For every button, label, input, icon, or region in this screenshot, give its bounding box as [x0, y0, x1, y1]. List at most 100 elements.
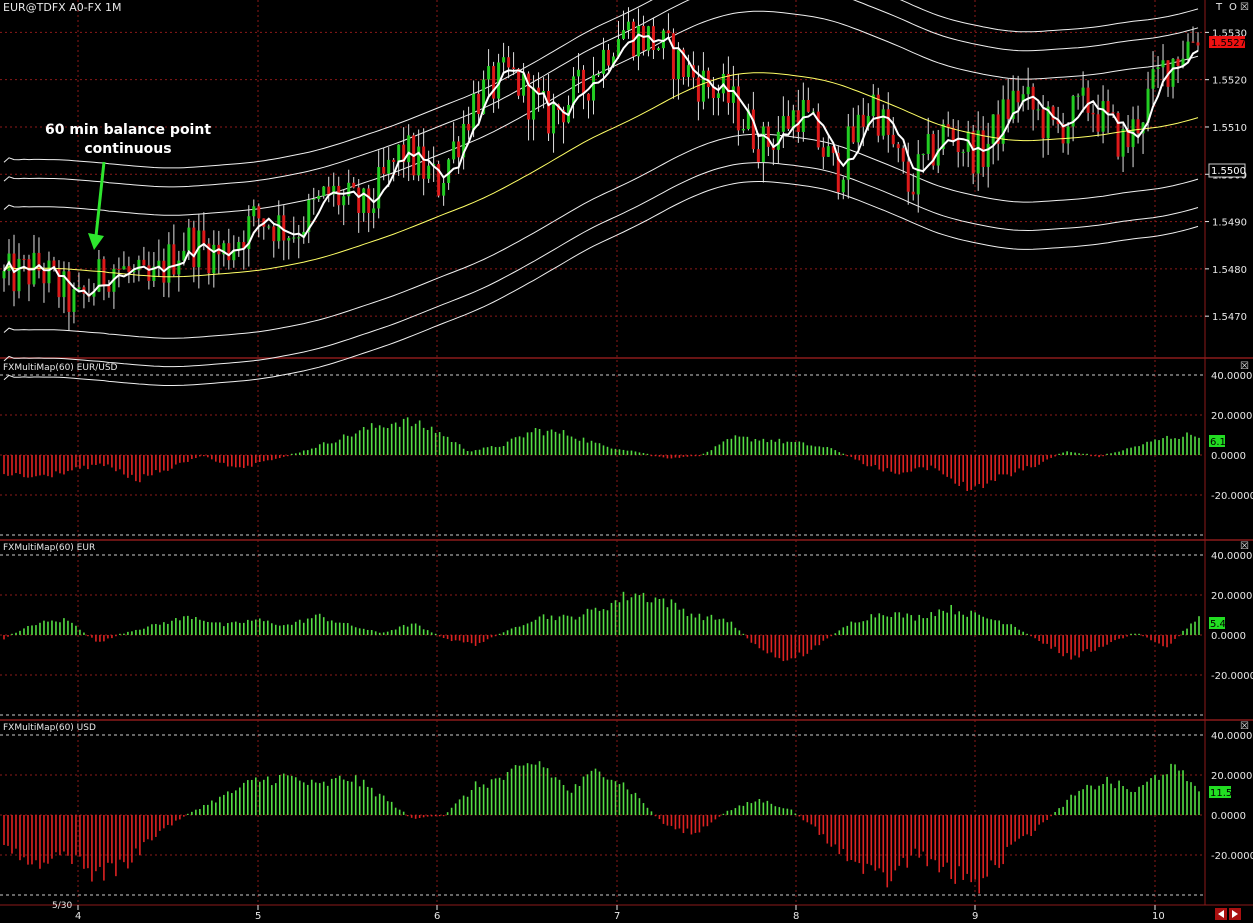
candle-body [671, 33, 675, 80]
pane-title-eur: FXMultiMap(60) EUR [3, 543, 95, 553]
candle-body [27, 259, 31, 285]
candle-body [1151, 69, 1155, 89]
candle-body [696, 77, 700, 102]
candle-body [502, 57, 506, 63]
candle-body [22, 258, 26, 260]
x-tick-label: 10 [1152, 911, 1165, 922]
candle-body [1016, 90, 1020, 103]
candle-body [926, 134, 930, 154]
candle-body [507, 57, 511, 68]
candle-body [202, 230, 206, 244]
candle-body [587, 93, 591, 101]
candle-body [387, 159, 391, 174]
candle-body [397, 144, 401, 162]
x-tick-label: 7 [614, 911, 620, 922]
candle-body [741, 129, 745, 131]
x-tick-label: 6 [434, 911, 440, 922]
y-tick-label: -20.0000 [1211, 851, 1253, 862]
close-pane-button-eurusd[interactable]: ☒ [1240, 361, 1249, 372]
candle-body [656, 48, 660, 50]
candle-body [956, 140, 960, 152]
y-tick-label: 0.0000 [1211, 451, 1246, 462]
candle-body [876, 94, 880, 136]
candle-body [267, 226, 271, 228]
candle-body [147, 265, 151, 281]
candle-body [317, 195, 321, 200]
y-tick-label: 1.5520 [1212, 76, 1247, 87]
candle-body [1041, 109, 1045, 139]
candle-body [312, 199, 316, 201]
candle-body [297, 237, 301, 239]
chart-canvas: 1.55301.55201.55101.55001.54901.54801.54… [0, 0, 1253, 923]
candle-body [751, 109, 755, 150]
candle-body [382, 167, 386, 174]
candle-body [77, 287, 81, 290]
candle-body [766, 126, 770, 147]
toolbar-t-button[interactable]: T [1215, 2, 1223, 13]
candle-body [582, 69, 586, 94]
scroll-right-button[interactable] [1229, 908, 1241, 920]
candle-body [991, 114, 995, 144]
candle-body [602, 49, 605, 74]
candle-body [227, 243, 231, 261]
date-label: 5/30 [52, 901, 72, 911]
candle-body [277, 215, 281, 242]
candle-body [1176, 58, 1180, 67]
candle-body [916, 154, 920, 195]
candle-body [1086, 87, 1090, 113]
candle-body [257, 206, 261, 219]
candle-body [42, 270, 46, 284]
candle-body [861, 114, 865, 127]
candle-body [287, 238, 291, 241]
candle-body [122, 266, 126, 270]
candle-body [621, 30, 625, 39]
candle-body [1076, 95, 1080, 97]
candle-body [577, 69, 581, 77]
value-label-eurusd: 6.1 [1209, 435, 1226, 448]
candle-body [1186, 41, 1190, 59]
chart-title: EUR@TDFX A0-FX 1M [3, 1, 122, 14]
candle-body [547, 90, 551, 134]
y-tick-label: 40.0000 [1211, 731, 1252, 742]
candle-body [801, 99, 805, 132]
candle-body [327, 186, 331, 195]
annotation-line1: 60 min balance point [45, 122, 211, 138]
candle-body [891, 134, 895, 145]
y-tick-label: 1.5470 [1212, 312, 1247, 323]
candle-body [971, 131, 975, 174]
candle-body [1106, 101, 1110, 113]
candle-body [756, 149, 760, 163]
candle-body [961, 151, 965, 153]
candle-body [731, 86, 735, 103]
candle-body [786, 116, 790, 129]
close-pane-button-usd[interactable]: ☒ [1240, 721, 1249, 732]
close-pane-button-eur[interactable]: ☒ [1240, 541, 1249, 552]
candle-body [1191, 41, 1195, 43]
close-pane-button-price[interactable]: ☒ [1240, 2, 1249, 13]
candle-body [377, 167, 381, 209]
scroll-left-button[interactable] [1215, 908, 1227, 920]
candle-body [821, 147, 825, 157]
candle-body [896, 144, 900, 149]
candle-body [606, 49, 610, 66]
candle-body [911, 191, 915, 195]
candle-body [142, 259, 146, 266]
toolbar-o-button[interactable]: O [1229, 2, 1237, 13]
x-tick-label: 8 [793, 911, 799, 922]
candle-body [72, 289, 76, 312]
y-tick-label: 40.0000 [1211, 551, 1252, 562]
y-tick-label: 0.0000 [1211, 631, 1246, 642]
candle-body [951, 127, 955, 141]
last-price-label: 1.5527 [1209, 36, 1246, 49]
candle-body [102, 259, 106, 287]
x-tick-label: 9 [972, 911, 978, 922]
candle-body [352, 182, 356, 188]
candle-body [487, 66, 491, 80]
candle-body [597, 73, 601, 76]
candle-body [517, 68, 521, 96]
candle-body [626, 21, 630, 31]
candle-body [472, 93, 476, 131]
candle-body [1081, 87, 1085, 96]
candle-body [1111, 112, 1115, 114]
y-tick-label: 20.0000 [1211, 411, 1252, 422]
